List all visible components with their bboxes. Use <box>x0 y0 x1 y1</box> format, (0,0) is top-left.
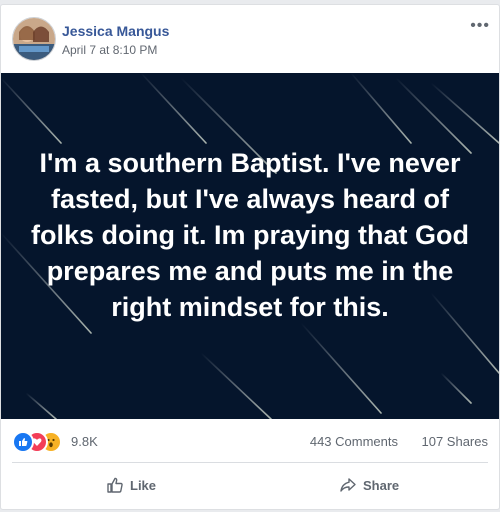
post-image[interactable]: I'm a southern Baptist. I've never faste… <box>1 73 499 419</box>
share-label: Share <box>363 477 400 493</box>
like-button[interactable]: Like <box>106 469 156 501</box>
author-name[interactable]: Jessica Mangus <box>62 23 169 39</box>
post-stats: 9.8K 443 Comments 107 Shares <box>1 419 499 463</box>
avatar[interactable] <box>12 17 56 61</box>
more-options-icon[interactable]: ••• <box>470 17 490 35</box>
share-arrow-icon <box>340 478 356 492</box>
post-timestamp[interactable]: April 7 at 8:10 PM <box>62 43 157 57</box>
post-media-text: I'm a southern Baptist. I've never faste… <box>31 148 469 322</box>
post-actions: Like Share <box>1 463 499 507</box>
post-header: Jessica Mangus April 7 at 8:10 PM ••• <box>1 5 499 73</box>
like-reaction-icon <box>12 431 34 453</box>
shares-count[interactable]: 107 Shares <box>422 434 489 449</box>
share-button[interactable]: Share <box>339 469 399 501</box>
post-card: Jessica Mangus April 7 at 8:10 PM ••• I'… <box>0 4 500 510</box>
like-label: Like <box>130 477 157 493</box>
reaction-count[interactable]: 9.8K <box>71 434 98 449</box>
avatar-image <box>13 18 55 60</box>
comments-count[interactable]: 443 Comments <box>310 434 398 449</box>
thumbs-up-icon <box>107 477 123 493</box>
